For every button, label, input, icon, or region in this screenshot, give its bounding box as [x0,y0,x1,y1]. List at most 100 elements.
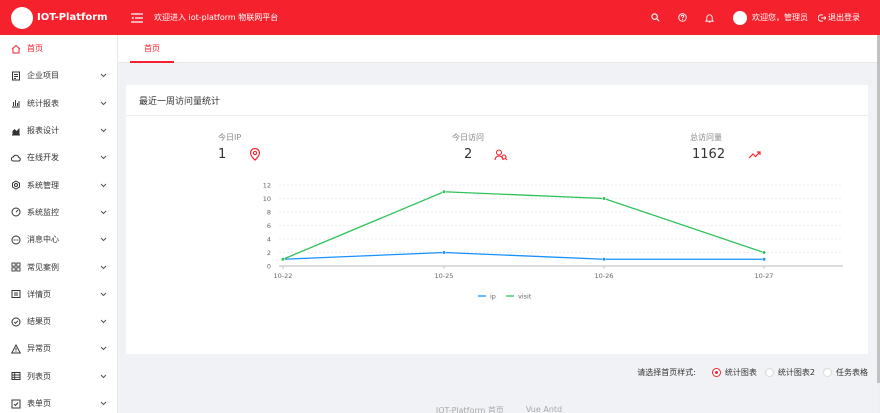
logout-button[interactable]: 退出登录 [818,12,860,23]
avatar[interactable] [733,10,747,25]
radio-task-table[interactable]: 任务表格 [823,367,868,378]
logo[interactable]: IOT-Platform [0,0,118,35]
sidebar-item-2[interactable]: 统计报表 [0,90,117,117]
x-tick-label: 10-22 [274,272,293,280]
logout-label: 退出登录 [828,13,860,22]
project-icon [11,71,21,81]
chevron-down-icon [99,236,107,244]
message-icon [11,235,21,245]
data-point-visit [761,250,767,255]
profile-icon [11,289,21,299]
y-tick-label: 10 [263,195,271,203]
x-tick-label: 10-27 [755,272,774,280]
bar-chart-icon [11,98,21,108]
sidebar-item-label: 首页 [27,44,43,54]
visit-stats-card: 最近一周访问量统计 今日IP 1 今日访问 2 总访问量 1162 024681… [126,85,868,354]
table-icon [11,371,21,381]
legend-label-visit: visit [518,292,532,300]
sidebar-item-8[interactable]: 常见案例 [0,253,117,280]
sidebar-item-3[interactable]: 报表设计 [0,117,117,144]
header-actions: 欢迎您，管理员 退出登录 [648,0,880,35]
data-point-ip [441,250,447,255]
radio-label: 任务表格 [836,367,868,377]
y-tick-label: 2 [267,249,271,257]
x-tick-label: 10-25 [435,272,454,280]
x-tick-label: 10-26 [595,272,614,280]
sidebar-item-0[interactable]: 首页 [0,35,117,62]
visits-line-chart: 0 2 4 6 8 10 12 10-22 10-25 10-26 10-27 ip visit [263,182,843,300]
radio-dot[interactable] [823,367,832,377]
footer-link-antd[interactable]: Vue Antd [526,405,562,413]
series-line-ip [282,251,764,260]
chevron-down-icon [99,127,107,135]
tabs-bar: 首页 [118,35,880,63]
data-point-visit [280,257,286,262]
check-circle-icon [11,317,21,327]
sidebar-item-7[interactable]: 消息中心 [0,226,117,253]
top-bar: IOT-Platform 欢迎进入 iot-platform 物联网平台 欢迎您… [0,0,880,35]
sidebar-item-label: 系统管理 [27,180,59,190]
chevron-down-icon [99,345,107,353]
sidebar-item-13[interactable]: 表单页 [0,390,117,413]
form-icon [11,399,21,409]
sidebar-item-label: 异常页 [27,344,51,354]
footer-link-home[interactable]: IOT-Platform 首页 [436,405,504,413]
sidebar-item-11[interactable]: 异常页 [0,335,117,362]
tab-home[interactable]: 首页 [130,35,174,63]
sidebar-item-label: 统计报表 [27,98,59,108]
sidebar-item-label: 企业项目 [27,71,59,81]
logo-text: IOT-Platform [37,12,108,23]
sidebar-item-9[interactable]: 详情页 [0,281,117,308]
sidebar-item-label: 列表页 [27,371,51,381]
chevron-down-icon [99,372,107,380]
sidebar-item-12[interactable]: 列表页 [0,363,117,390]
user-name[interactable]: 欢迎您，管理员 [752,12,808,23]
radio-dot[interactable] [711,367,721,377]
chevron-down-icon [99,290,107,298]
sidebar-item-label: 在线开发 [27,153,59,163]
dashboard-icon [11,207,21,217]
menu-fold-icon[interactable] [130,11,144,25]
chevron-down-icon [99,154,107,162]
chevron-down-icon [99,181,107,189]
area-chart-icon [11,126,21,136]
settings-icon [11,180,21,190]
sidebar-item-label: 表单页 [27,399,51,408]
sidebar: 首页企业项目统计报表报表设计在线开发系统管理系统监控消息中心常见案例详情页结果页… [0,35,118,413]
style-select-label: 请选择首页样式: [637,367,696,377]
home-style-selector: 请选择首页样式: 统计图表 统计图表2 任务表格 [637,365,880,379]
logo-icon [11,6,33,29]
y-tick-label: 4 [267,236,271,244]
sidebar-item-5[interactable]: 系统管理 [0,171,117,198]
appstore-icon [11,262,21,272]
data-point-visit [601,196,607,201]
sidebar-item-10[interactable]: 结果页 [0,308,117,335]
bell-icon[interactable] [702,11,716,25]
radio-dot[interactable] [764,367,774,377]
radio-chart[interactable]: 统计图表 [711,367,757,378]
y-tick-label: 12 [263,182,271,190]
sidebar-item-6[interactable]: 系统监控 [0,199,117,226]
sidebar-item-4[interactable]: 在线开发 [0,144,117,171]
sidebar-item-label: 详情页 [27,289,51,299]
chevron-down-icon [99,263,107,271]
radio-label: 统计图表 [724,367,757,377]
sidebar-item-label: 常见案例 [27,262,59,272]
radio-chart2[interactable]: 统计图表2 [764,367,815,378]
chevron-down-icon [99,72,107,80]
search-icon[interactable] [648,11,662,25]
sidebar-item-label: 消息中心 [27,235,59,245]
chevron-down-icon [99,99,107,107]
home-icon [11,44,21,54]
sidebar-item-label: 结果页 [27,317,51,327]
data-point-ip [761,257,767,262]
sidebar-item-1[interactable]: 企业项目 [0,62,117,89]
question-icon[interactable] [675,11,689,25]
y-tick-label: 8 [267,209,271,217]
radio-label: 统计图表2 [777,367,815,377]
data-point-visit [441,189,447,194]
welcome-text: 欢迎进入 iot-platform 物联网平台 [154,13,279,22]
chevron-down-icon [99,208,107,216]
data-point-ip [601,257,607,262]
sidebar-item-label: 报表设计 [27,126,59,136]
